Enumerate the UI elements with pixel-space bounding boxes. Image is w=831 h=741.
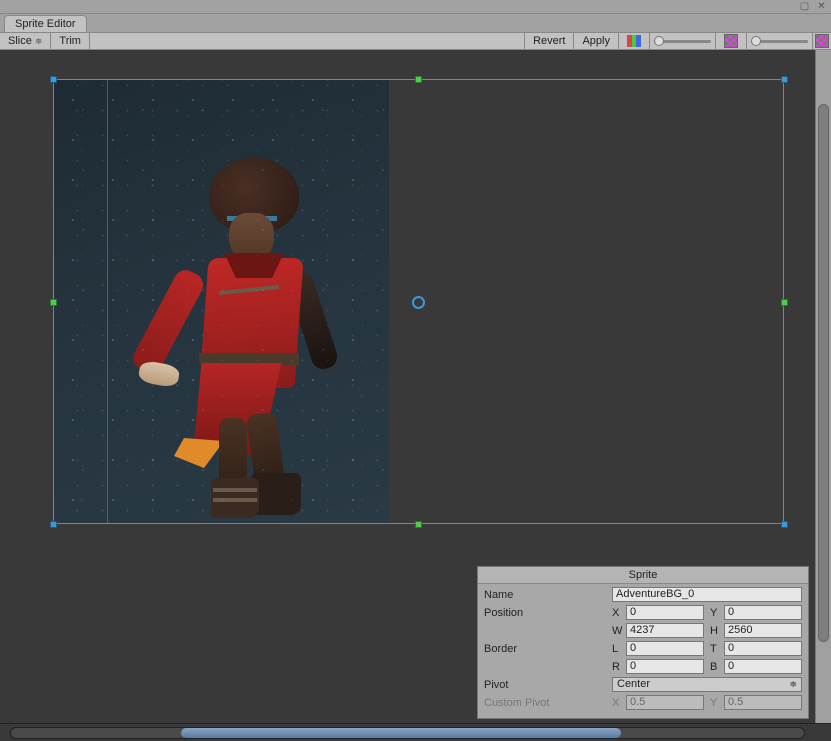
hscroll-thumb[interactable] — [181, 728, 621, 738]
slice-label: Slice — [8, 35, 32, 47]
vertical-scrollbar[interactable] — [815, 50, 831, 723]
pos-x-field[interactable]: 0 — [626, 605, 704, 620]
border-t-field[interactable]: 0 — [724, 641, 802, 656]
pivot-label: Pivot — [484, 679, 612, 691]
b-label: B — [710, 661, 724, 673]
revert-label: Revert — [533, 35, 565, 47]
handle-bottom-right[interactable] — [781, 521, 788, 528]
mip-toggle[interactable] — [812, 33, 831, 49]
pivot-value: Center — [617, 678, 650, 691]
pivot-dropdown[interactable]: Center — [612, 677, 802, 692]
checker-icon — [724, 34, 738, 48]
zoom-slider[interactable] — [746, 33, 812, 49]
handle-bottom-mid[interactable] — [415, 521, 422, 528]
checker-icon — [815, 34, 829, 48]
apply-button[interactable]: Apply — [573, 33, 618, 49]
sprite-texture — [53, 80, 389, 524]
trim-label: Trim — [59, 35, 81, 47]
border-l-field[interactable]: 0 — [626, 641, 704, 656]
close-icon[interactable]: ✕ — [816, 1, 827, 12]
custom-pivot-x-field: 0.5 — [626, 695, 704, 710]
border-label: Border — [484, 643, 612, 655]
handle-left-mid[interactable] — [50, 299, 57, 306]
position-label: Position — [484, 607, 612, 619]
horizontal-scrollbar[interactable] — [0, 723, 831, 741]
sprite-inspector: Sprite Name AdventureBG_0 Position X 0 Y… — [477, 566, 809, 719]
custom-pivot-y-field: 0.5 — [724, 695, 802, 710]
w-label: W — [612, 625, 626, 637]
inspector-title: Sprite — [478, 567, 808, 584]
handle-top-left[interactable] — [50, 76, 57, 83]
pos-y-field[interactable]: 0 — [724, 605, 802, 620]
name-field[interactable]: AdventureBG_0 — [612, 587, 802, 602]
handle-top-right[interactable] — [781, 76, 788, 83]
tab-bar: Sprite Editor — [0, 14, 831, 32]
vscroll-thumb[interactable] — [818, 104, 829, 642]
border-guide-left[interactable] — [107, 80, 108, 524]
border-b-field[interactable]: 0 — [724, 659, 802, 674]
maximize-icon[interactable]: ▢ — [799, 1, 810, 12]
canvas[interactable]: Sprite Name AdventureBG_0 Position X 0 Y… — [0, 50, 831, 723]
apply-label: Apply — [582, 35, 610, 47]
rgb-icon — [627, 35, 641, 47]
pos-w-field[interactable]: 4237 — [626, 623, 704, 638]
alpha-checker-toggle[interactable] — [715, 33, 746, 49]
character-illustration — [139, 158, 359, 523]
cpx-label: X — [612, 697, 626, 709]
tab-sprite-editor[interactable]: Sprite Editor — [4, 15, 87, 32]
trim-button[interactable]: Trim — [51, 33, 90, 49]
rgb-toggle[interactable] — [618, 33, 649, 49]
pivot-handle[interactable] — [412, 296, 425, 309]
slice-dropdown[interactable]: Slice — [0, 33, 51, 49]
x-label: X — [612, 607, 626, 619]
border-r-field[interactable]: 0 — [626, 659, 704, 674]
pos-h-field[interactable]: 2560 — [724, 623, 802, 638]
custom-pivot-label: Custom Pivot — [484, 697, 612, 709]
y-label: Y — [710, 607, 724, 619]
handle-bottom-left[interactable] — [50, 521, 57, 528]
l-label: L — [612, 643, 626, 655]
name-label: Name — [484, 589, 612, 601]
window-controls: ▢ ✕ — [0, 0, 831, 14]
r-label: R — [612, 661, 626, 673]
t-label: T — [710, 643, 724, 655]
h-label: H — [710, 625, 724, 637]
revert-button[interactable]: Revert — [524, 33, 573, 49]
toolbar: Slice Trim Revert Apply — [0, 32, 831, 50]
alpha-slider[interactable] — [649, 33, 715, 49]
handle-top-mid[interactable] — [415, 76, 422, 83]
handle-right-mid[interactable] — [781, 299, 788, 306]
cpy-label: Y — [710, 697, 724, 709]
